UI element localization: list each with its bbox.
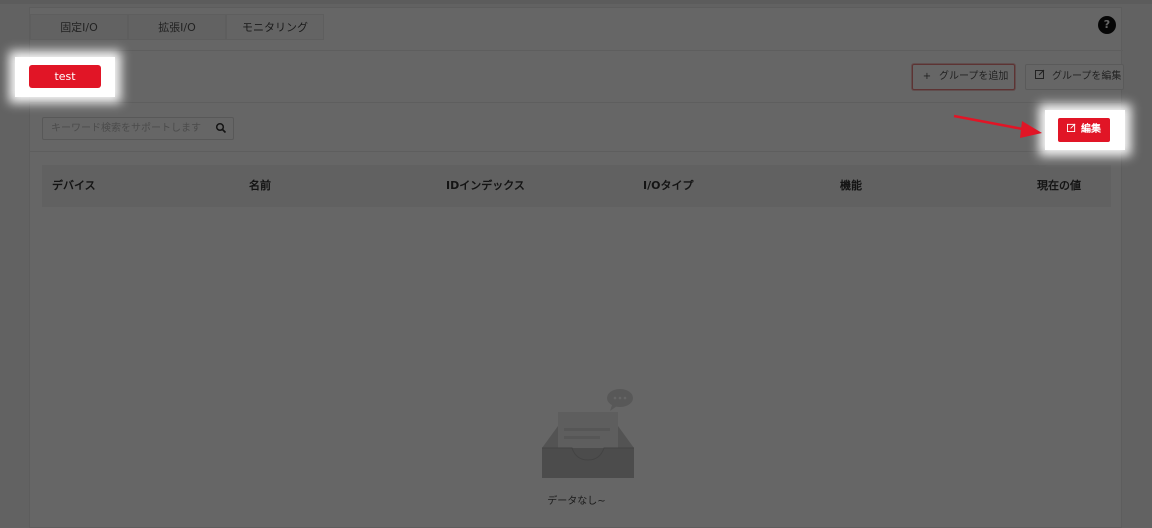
edit-group-label: グループを編集 xyxy=(1052,71,1122,82)
search-placeholder: キーワード検索をサポートします xyxy=(51,123,201,134)
tab-fixed-io[interactable]: 固定I/O xyxy=(30,14,128,40)
empty-state-text: データなし~ xyxy=(547,496,606,507)
help-icon[interactable]: ? xyxy=(1098,16,1116,34)
divider xyxy=(30,151,1123,152)
pointer-arrow-icon xyxy=(953,114,1042,138)
column-current-value: 現在の値 xyxy=(1037,179,1081,192)
edit-button-highlight: 編集 xyxy=(1045,110,1125,150)
tab-bar: 固定I/O 拡張I/O モニタリング xyxy=(30,14,324,40)
edit-button-label: 編集 xyxy=(1081,124,1101,135)
column-function: 機能 xyxy=(840,179,862,192)
edit-icon xyxy=(1034,65,1046,89)
edit-group-button[interactable]: グループを編集 xyxy=(1025,64,1124,90)
column-device: デバイス xyxy=(52,179,96,192)
column-io-type: I/Oタイプ xyxy=(643,179,694,192)
group-chip-test[interactable]: test xyxy=(29,65,101,88)
group-chip-highlight: test xyxy=(15,57,115,97)
table-header: デバイス 名前 IDインデックス I/Oタイプ 機能 現在の値 xyxy=(42,165,1111,207)
divider xyxy=(30,50,1123,51)
tab-monitoring[interactable]: モニタリング xyxy=(226,14,324,40)
add-group-button[interactable]: + グループを追加 xyxy=(912,64,1015,90)
add-group-label: グループを追加 xyxy=(939,71,1009,82)
top-strip xyxy=(0,0,1152,4)
column-id-index: IDインデックス xyxy=(446,179,525,192)
search-icon[interactable] xyxy=(215,122,227,134)
edit-button[interactable]: 編集 xyxy=(1058,118,1110,142)
empty-box-icon xyxy=(542,389,634,478)
search-input[interactable]: キーワード検索をサポートします xyxy=(42,117,234,140)
plus-icon: + xyxy=(922,71,932,82)
edit-icon xyxy=(1067,118,1076,142)
divider xyxy=(30,102,1123,103)
tab-extended-io[interactable]: 拡張I/O xyxy=(128,14,226,40)
page: 固定I/O 拡張I/O モニタリング ? + グループを追加 グループを編集 キー… xyxy=(0,0,1152,528)
column-name: 名前 xyxy=(249,179,271,192)
main-panel: 固定I/O 拡張I/O モニタリング ? + グループを追加 グループを編集 キー… xyxy=(29,7,1124,528)
